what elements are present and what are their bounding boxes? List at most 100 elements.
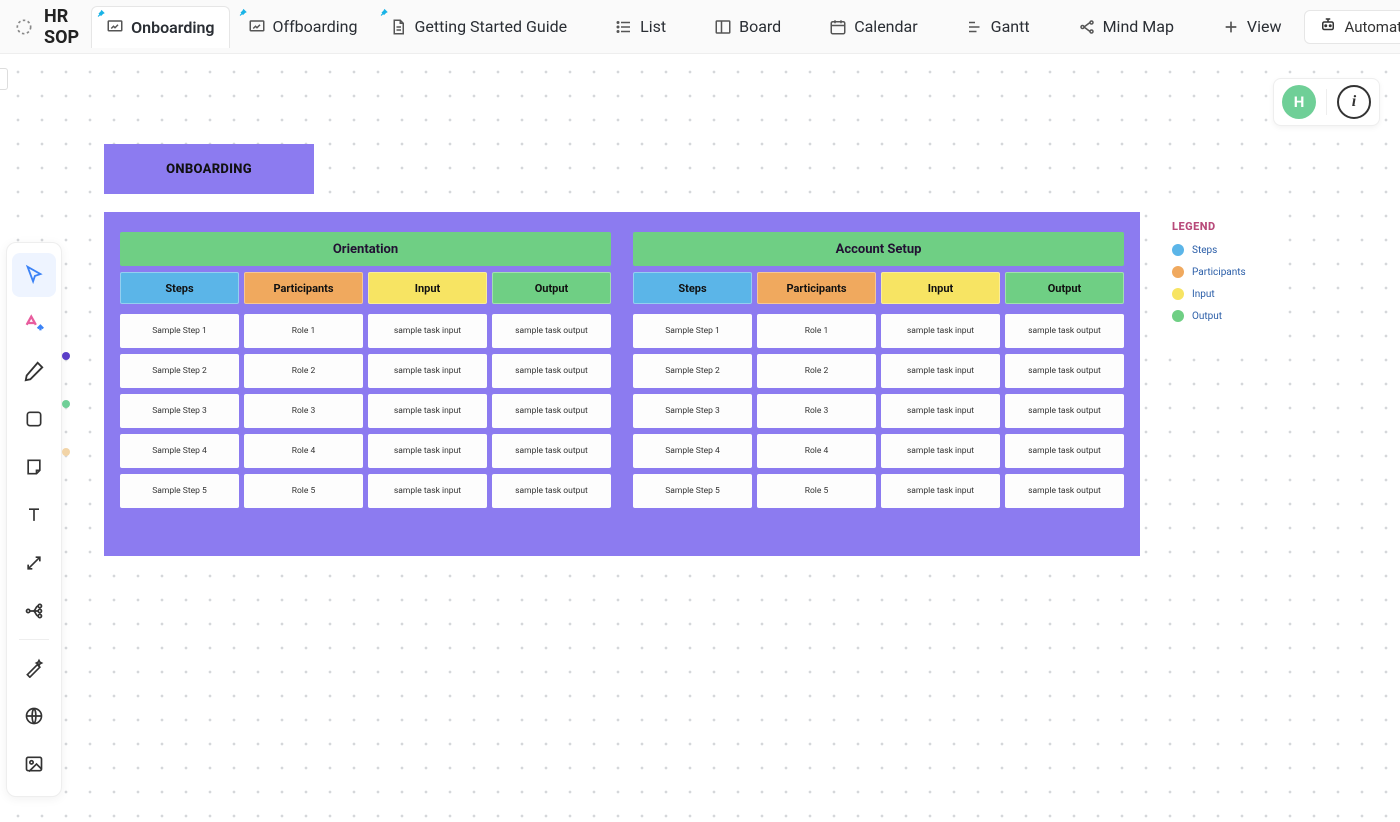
tab-mind-map[interactable]: Mind Map (1064, 6, 1188, 48)
cell-output[interactable]: sample task output (1005, 394, 1124, 428)
cell-participant[interactable]: Role 5 (757, 474, 876, 508)
tab-offboarding[interactable]: Offboarding (234, 6, 372, 48)
tool-rectangle[interactable] (12, 397, 56, 441)
legend-item: Input (1172, 283, 1262, 305)
col-header-steps[interactable]: Steps (633, 272, 752, 304)
cell-input[interactable]: sample task input (881, 474, 1000, 508)
whiteboard-canvas[interactable]: H i ONBOARDING (0, 54, 1400, 822)
section-account-setup[interactable]: Account Setup Steps Participants Input O… (633, 232, 1124, 536)
tool-text[interactable] (12, 493, 56, 537)
section-header[interactable]: Orientation (120, 232, 611, 266)
tab-label: Onboarding (131, 18, 214, 37)
col-header-participants[interactable]: Participants (244, 272, 363, 304)
col-header-output[interactable]: Output (492, 272, 611, 304)
left-toolbar (6, 242, 62, 797)
tab-calendar[interactable]: Calendar (815, 6, 931, 48)
cell-output[interactable]: sample task output (1005, 474, 1124, 508)
section-orientation[interactable]: Orientation Steps Participants Input Out… (120, 232, 611, 536)
tab-board[interactable]: Board (700, 6, 795, 48)
cell-input[interactable]: sample task input (368, 394, 487, 428)
col-header-steps[interactable]: Steps (120, 272, 239, 304)
tool-connector[interactable] (12, 541, 56, 585)
cell-participant[interactable]: Role 2 (244, 354, 363, 388)
tab-onboarding[interactable]: Onboarding (91, 6, 229, 48)
cell-output[interactable]: sample task output (1005, 434, 1124, 468)
cell-step[interactable]: Sample Step 1 (633, 314, 752, 348)
col-header-output[interactable]: Output (1005, 272, 1124, 304)
user-avatar[interactable]: H (1282, 85, 1316, 119)
tool-magic[interactable] (12, 646, 56, 690)
col-header-input[interactable]: Input (368, 272, 487, 304)
cell-step[interactable]: Sample Step 1 (120, 314, 239, 348)
tool-pen[interactable] (12, 349, 56, 393)
cell-output[interactable]: sample task output (1005, 354, 1124, 388)
tool-sticky[interactable] (12, 445, 56, 489)
tool-indicator-dot (62, 352, 70, 360)
legend-item: Steps (1172, 239, 1262, 261)
cell-output[interactable]: sample task output (492, 354, 611, 388)
cell-participant[interactable]: Role 4 (757, 434, 876, 468)
legend-card[interactable]: LEGEND Steps Participants Input Output (1162, 212, 1272, 339)
legend-item: Participants (1172, 261, 1262, 283)
cell-step[interactable]: Sample Step 3 (120, 394, 239, 428)
tool-image[interactable] (12, 742, 56, 786)
board-frame[interactable]: Orientation Steps Participants Input Out… (104, 212, 1140, 556)
cell-step[interactable]: Sample Step 4 (633, 434, 752, 468)
pin-icon (379, 3, 389, 13)
cell-step[interactable]: Sample Step 5 (120, 474, 239, 508)
automate-button[interactable]: Automate (1304, 10, 1400, 44)
cell-output[interactable]: sample task output (1005, 314, 1124, 348)
cell-participant[interactable]: Role 3 (244, 394, 363, 428)
tool-branch[interactable] (12, 589, 56, 633)
table-row: Sample Step 2 Role 2 sample task input s… (633, 354, 1124, 388)
tab-label: View (1247, 17, 1282, 36)
board-title-card[interactable]: ONBOARDING (104, 144, 314, 194)
cell-output[interactable]: sample task output (492, 394, 611, 428)
tool-ai[interactable] (12, 301, 56, 345)
cell-participant[interactable]: Role 1 (757, 314, 876, 348)
cell-input[interactable]: sample task input (368, 314, 487, 348)
cell-input[interactable]: sample task input (881, 434, 1000, 468)
section-header[interactable]: Account Setup (633, 232, 1124, 266)
cell-step[interactable]: Sample Step 2 (120, 354, 239, 388)
cell-input[interactable]: sample task input (881, 314, 1000, 348)
cell-participant[interactable]: Role 3 (757, 394, 876, 428)
cell-step[interactable]: Sample Step 5 (633, 474, 752, 508)
list-icon (615, 18, 633, 36)
automate-group: Automate (1304, 10, 1400, 44)
tab-gantt[interactable]: Gantt (952, 6, 1044, 48)
cell-step[interactable]: Sample Step 2 (633, 354, 752, 388)
tab-label: Offboarding (273, 17, 358, 36)
cell-output[interactable]: sample task output (492, 314, 611, 348)
cell-input[interactable]: sample task input (881, 354, 1000, 388)
cell-participant[interactable]: Role 2 (757, 354, 876, 388)
cell-output[interactable]: sample task output (492, 434, 611, 468)
col-header-input[interactable]: Input (881, 272, 1000, 304)
tab-getting-started-guide[interactable]: Getting Started Guide (375, 6, 581, 48)
cell-participant[interactable]: Role 1 (244, 314, 363, 348)
cell-step[interactable]: Sample Step 3 (633, 394, 752, 428)
cell-input[interactable]: sample task input (881, 394, 1000, 428)
tool-indicator-dot (62, 448, 70, 456)
tool-web[interactable] (12, 694, 56, 738)
legend-label: Participants (1192, 267, 1246, 278)
tab-list[interactable]: List (601, 6, 680, 48)
cell-input[interactable]: sample task input (368, 354, 487, 388)
plus-icon (1222, 18, 1240, 36)
cell-step[interactable]: Sample Step 4 (120, 434, 239, 468)
pin-icon (238, 3, 248, 13)
tool-cursor[interactable] (12, 253, 56, 297)
cell-output[interactable]: sample task output (492, 474, 611, 508)
cell-participant[interactable]: Role 5 (244, 474, 363, 508)
col-header-participants[interactable]: Participants (757, 272, 876, 304)
cell-input[interactable]: sample task input (368, 434, 487, 468)
legend-item: Output (1172, 305, 1262, 327)
tab-label: Board (739, 17, 781, 36)
tab-add-view[interactable]: View (1208, 6, 1296, 48)
cell-input[interactable]: sample task input (368, 474, 487, 508)
legend-dot-icon (1172, 266, 1184, 278)
cell-participant[interactable]: Role 4 (244, 434, 363, 468)
legend-dot-icon (1172, 310, 1184, 322)
collapse-handle[interactable] (0, 68, 8, 90)
info-button[interactable]: i (1337, 85, 1371, 119)
